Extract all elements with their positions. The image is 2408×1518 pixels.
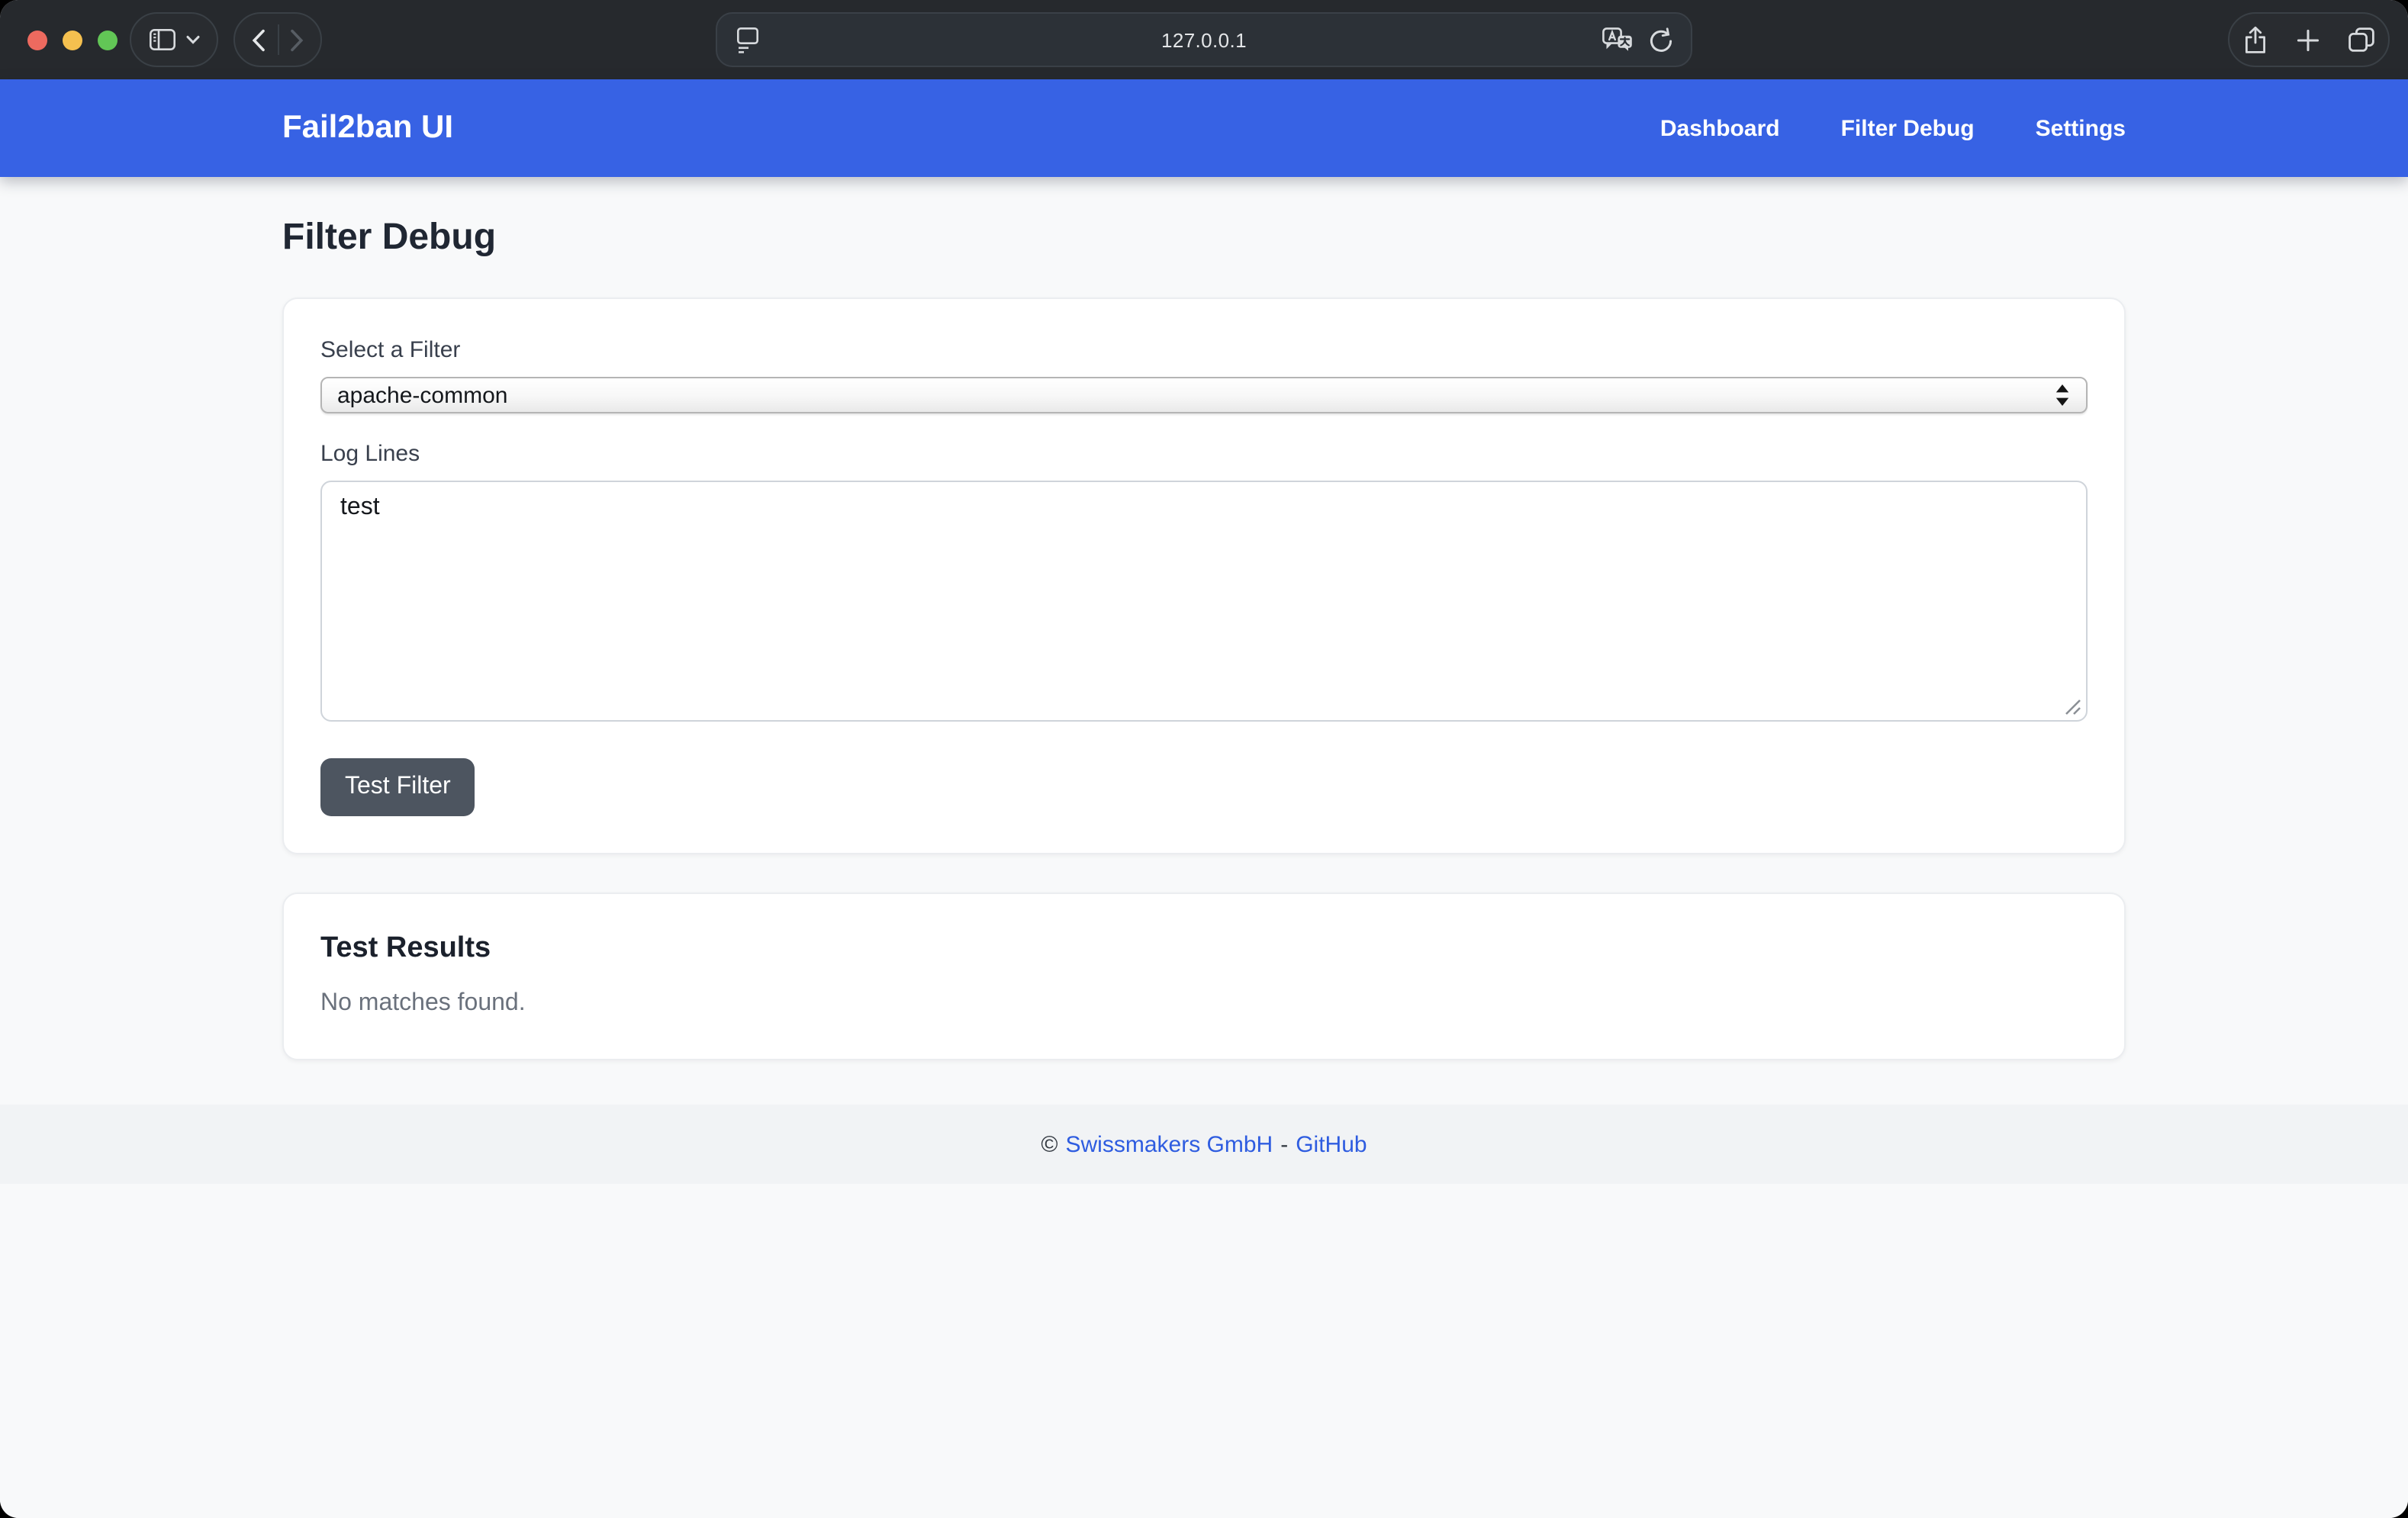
browser-window: 127.0.0.1	[0, 0, 2408, 1518]
tabs-overview-button[interactable]	[2348, 27, 2374, 52]
history-controls	[233, 12, 322, 67]
test-filter-button[interactable]: Test Filter	[320, 758, 475, 816]
page-content: Filter Debug Select a Filter apache-comm…	[0, 177, 2408, 1060]
nav-links: Dashboard Filter Debug Settings	[1660, 115, 2126, 141]
brand-link[interactable]: Fail2ban UI	[282, 110, 453, 146]
page-footer: © Swissmakers GmbH - GitHub	[0, 1105, 2408, 1184]
company-link[interactable]: Swissmakers GmbH	[1066, 1131, 1273, 1157]
page-title: Filter Debug	[282, 217, 2126, 259]
select-stepper-icon	[2055, 384, 2069, 406]
url-text: 127.0.0.1	[1161, 28, 1247, 51]
new-tab-icon	[2297, 28, 2319, 51]
sidebar-toggle-icon	[149, 29, 175, 50]
filter-debug-card: Select a Filter apache-common Log Lines …	[282, 297, 2126, 854]
copyright-symbol: ©	[1041, 1131, 1058, 1157]
app-navbar: Fail2ban UI Dashboard Filter Debug Setti…	[0, 79, 2408, 177]
zoom-window-button[interactable]	[98, 30, 118, 50]
close-window-button[interactable]	[27, 30, 47, 50]
window-actions	[2228, 12, 2390, 67]
back-icon	[252, 28, 266, 51]
translate-icon[interactable]	[1601, 26, 1634, 55]
forward-icon	[290, 28, 304, 51]
nav-link-filter-debug[interactable]: Filter Debug	[1841, 115, 1975, 141]
nav-link-settings[interactable]: Settings	[2036, 115, 2126, 141]
test-results-message: No matches found.	[320, 990, 2088, 1018]
back-button[interactable]	[240, 28, 277, 51]
sidebar-controls	[130, 12, 218, 67]
minimize-window-button[interactable]	[63, 30, 82, 50]
github-link[interactable]: GitHub	[1296, 1131, 1367, 1157]
address-bar[interactable]: 127.0.0.1	[716, 12, 1692, 67]
sidebar-menu-button[interactable]	[185, 35, 199, 44]
window-controls	[27, 30, 118, 50]
forward-button[interactable]	[278, 28, 315, 51]
share-button[interactable]	[2244, 25, 2268, 54]
nav-link-dashboard[interactable]: Dashboard	[1660, 115, 1780, 141]
chevron-down-icon	[185, 35, 199, 44]
filter-select[interactable]: apache-common	[320, 377, 2088, 413]
tabs-overview-icon	[2348, 27, 2374, 52]
page-format-icon[interactable]	[736, 26, 760, 55]
footer-separator: -	[1280, 1131, 1288, 1157]
log-lines-textarea[interactable]: test	[320, 481, 2088, 722]
sidebar-toggle-button[interactable]	[149, 29, 175, 50]
filter-select-value: apache-common	[337, 382, 507, 408]
select-filter-label: Select a Filter	[320, 337, 2088, 363]
log-lines-label: Log Lines	[320, 441, 2088, 467]
test-results-title: Test Results	[320, 932, 2088, 966]
share-icon	[2244, 25, 2268, 54]
test-results-card: Test Results No matches found.	[282, 892, 2126, 1060]
viewport-background	[0, 1184, 2408, 1518]
resize-handle-icon[interactable]	[2065, 699, 2081, 716]
reload-icon[interactable]	[1648, 27, 1674, 54]
new-tab-button[interactable]	[2297, 28, 2319, 51]
browser-toolbar: 127.0.0.1	[0, 0, 2408, 79]
